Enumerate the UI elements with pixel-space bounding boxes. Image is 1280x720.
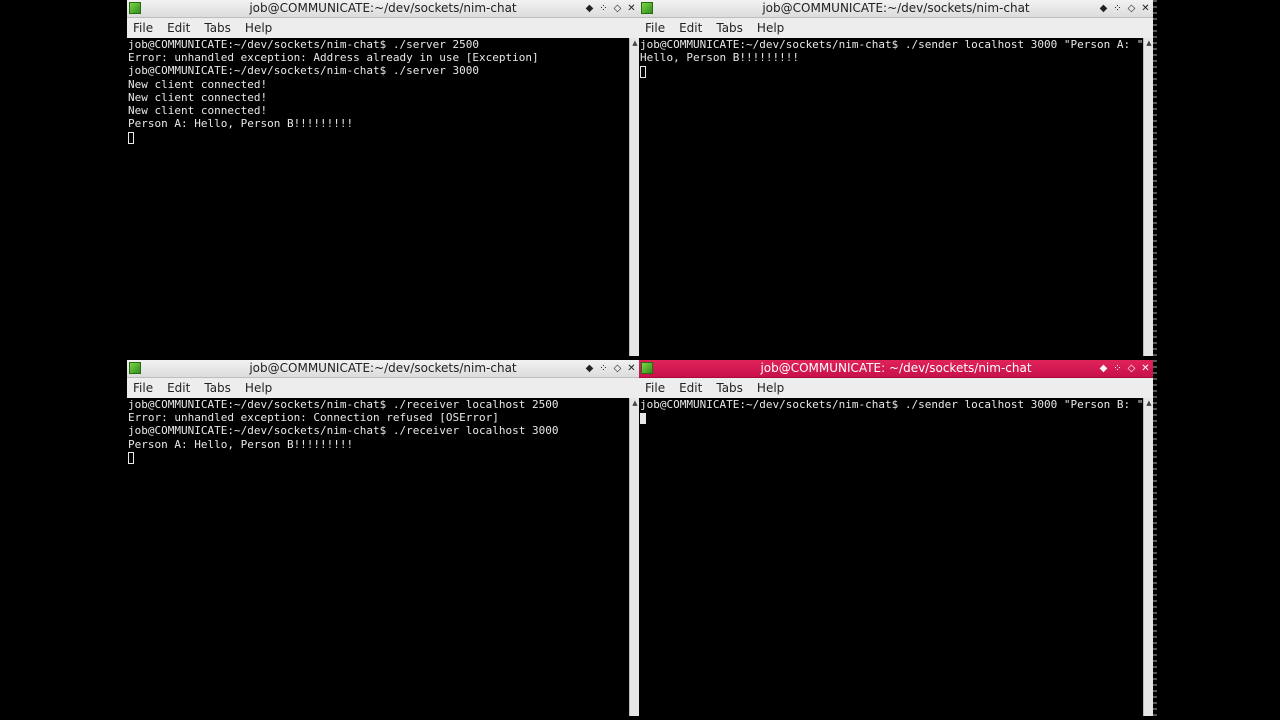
terminal-line: job@COMMUNICATE:~/dev/sockets/nim-chat$ … — [128, 38, 479, 51]
maximize-icon[interactable]: ◇ — [612, 0, 623, 17]
desktop: job@COMMUNICATE:~/dev/sockets/nim-chat ◆… — [0, 0, 1280, 720]
sticky-icon[interactable]: ◆ — [1098, 360, 1109, 377]
terminal-window-sender-a[interactable]: job@COMMUNICATE:~/dev/sockets/nim-chat ◆… — [639, 0, 1153, 356]
close-icon[interactable]: ✕ — [1140, 0, 1151, 17]
terminal-window-receiver[interactable]: job@COMMUNICATE:~/dev/sockets/nim-chat ◆… — [127, 360, 639, 716]
scrollbar[interactable]: ▲ — [629, 398, 639, 716]
titlebar-active[interactable]: job@COMMUNICATE: ~/dev/sockets/nim-chat … — [639, 360, 1153, 378]
window-title: job@COMMUNICATE:~/dev/sockets/nim-chat — [249, 1, 517, 15]
close-icon[interactable]: ✕ — [626, 0, 637, 17]
terminal-line: job@COMMUNICATE:~/dev/sockets/nim-chat$ … — [640, 38, 1142, 51]
text-cursor — [128, 452, 134, 464]
text-cursor — [640, 65, 646, 78]
menu-edit[interactable]: Edit — [679, 381, 702, 395]
shade-icon[interactable]: ⁘ — [598, 360, 609, 377]
cursor-line — [128, 451, 628, 464]
terminal-window-sender-b[interactable]: job@COMMUNICATE: ~/dev/sockets/nim-chat … — [639, 360, 1153, 716]
menu-file[interactable]: File — [645, 21, 665, 35]
terminal-line: New client connected! — [128, 77, 268, 91]
terminal-line: job@COMMUNICATE:~/dev/sockets/nim-chat$ … — [640, 398, 1142, 411]
terminal-output[interactable]: job@COMMUNICATE:~/dev/sockets/nim-chat$ … — [639, 398, 1143, 716]
window-title: job@COMMUNICATE: ~/dev/sockets/nim-chat — [760, 361, 1032, 375]
window-controls: ◆ ⁘ ◇ ✕ — [1098, 360, 1151, 377]
terminal-line: Person A: Hello, Person B!!!!!!!!! — [128, 117, 354, 131]
terminal-line: job@COMMUNICATE:~/dev/sockets/nim-chat$ … — [128, 64, 479, 78]
window-controls: ◆ ⁘ ◇ ✕ — [584, 360, 637, 377]
menu-edit[interactable]: Edit — [167, 381, 190, 395]
titlebar[interactable]: job@COMMUNICATE:~/dev/sockets/nim-chat ◆… — [127, 0, 639, 18]
scrollbar[interactable]: ▲ — [1143, 38, 1153, 356]
terminal-output[interactable]: job@COMMUNICATE:~/dev/sockets/nim-chat$ … — [127, 38, 629, 356]
sticky-icon[interactable]: ◆ — [584, 360, 595, 377]
scrollbar[interactable]: ▲ — [629, 38, 639, 356]
menubar: File Edit Tabs Help — [639, 18, 1153, 39]
window-controls: ◆ ⁘ ◇ ✕ — [584, 0, 637, 17]
sticky-icon[interactable]: ◆ — [584, 0, 595, 17]
terminal-window-server[interactable]: job@COMMUNICATE:~/dev/sockets/nim-chat ◆… — [127, 0, 639, 356]
menu-file[interactable]: File — [133, 21, 153, 35]
menu-help[interactable]: Help — [757, 381, 784, 395]
menu-tabs[interactable]: Tabs — [716, 21, 743, 35]
scrollbar[interactable]: ▲ — [1143, 398, 1153, 716]
maximize-icon[interactable]: ◇ — [1126, 360, 1137, 377]
window-title: job@COMMUNICATE:~/dev/sockets/nim-chat — [249, 361, 517, 375]
close-icon[interactable]: ✕ — [626, 360, 637, 377]
shade-icon[interactable]: ⁘ — [1112, 360, 1123, 377]
cursor-line — [640, 411, 1142, 425]
terminal-line: Hello, Person B!!!!!!!!! — [640, 51, 799, 65]
menu-edit[interactable]: Edit — [167, 21, 190, 35]
menu-tabs[interactable]: Tabs — [716, 381, 743, 395]
terminal-output[interactable]: job@COMMUNICATE:~/dev/sockets/nim-chat$ … — [127, 398, 629, 716]
scroll-up-icon[interactable]: ▲ — [1144, 38, 1153, 48]
cursor-line — [640, 64, 1142, 78]
menu-file[interactable]: File — [645, 381, 665, 395]
terminal-line: New client connected! — [128, 90, 268, 104]
terminal-line: job@COMMUNICATE:~/dev/sockets/nim-chat$ … — [128, 424, 559, 438]
titlebar[interactable]: job@COMMUNICATE:~/dev/sockets/nim-chat ◆… — [639, 0, 1153, 18]
menu-help[interactable]: Help — [757, 21, 784, 35]
close-icon[interactable]: ✕ — [1140, 360, 1151, 377]
terminal-line: Error: unhandled exception: Connection r… — [128, 411, 499, 425]
terminal-line: Person A: Hello, Person B!!!!!!!!! — [128, 437, 354, 451]
menubar: File Edit Tabs Help — [127, 18, 639, 39]
menu-help[interactable]: Help — [245, 21, 272, 35]
scroll-up-icon[interactable]: ▲ — [1144, 398, 1153, 408]
scroll-up-icon[interactable]: ▲ — [630, 38, 639, 48]
window-title: job@COMMUNICATE:~/dev/sockets/nim-chat — [762, 1, 1030, 15]
menu-edit[interactable]: Edit — [679, 21, 702, 35]
maximize-icon[interactable]: ◇ — [612, 360, 623, 377]
window-controls: ◆ ⁘ ◇ ✕ — [1098, 0, 1151, 17]
sticky-icon[interactable]: ◆ — [1098, 0, 1109, 17]
titlebar[interactable]: job@COMMUNICATE:~/dev/sockets/nim-chat ◆… — [127, 360, 639, 378]
menubar: File Edit Tabs Help — [639, 378, 1153, 399]
terminal-output[interactable]: job@COMMUNICATE:~/dev/sockets/nim-chat$ … — [639, 38, 1143, 356]
text-cursor — [640, 412, 646, 425]
menu-help[interactable]: Help — [245, 381, 272, 395]
scroll-up-icon[interactable]: ▲ — [630, 398, 639, 408]
terminal-line: Error: unhandled exception: Address alre… — [128, 51, 539, 65]
maximize-icon[interactable]: ◇ — [1126, 0, 1137, 17]
menu-tabs[interactable]: Tabs — [204, 381, 231, 395]
terminal-line: job@COMMUNICATE:~/dev/sockets/nim-chat$ … — [128, 398, 559, 411]
cursor-line — [128, 130, 628, 144]
shade-icon[interactable]: ⁘ — [598, 0, 609, 17]
shade-icon[interactable]: ⁘ — [1112, 0, 1123, 17]
menu-file[interactable]: File — [133, 381, 153, 395]
desktop-edge-strip — [1153, 0, 1157, 720]
text-cursor — [128, 131, 134, 144]
menubar: File Edit Tabs Help — [127, 378, 639, 399]
menu-tabs[interactable]: Tabs — [204, 21, 231, 35]
terminal-line: New client connected! — [128, 103, 268, 117]
